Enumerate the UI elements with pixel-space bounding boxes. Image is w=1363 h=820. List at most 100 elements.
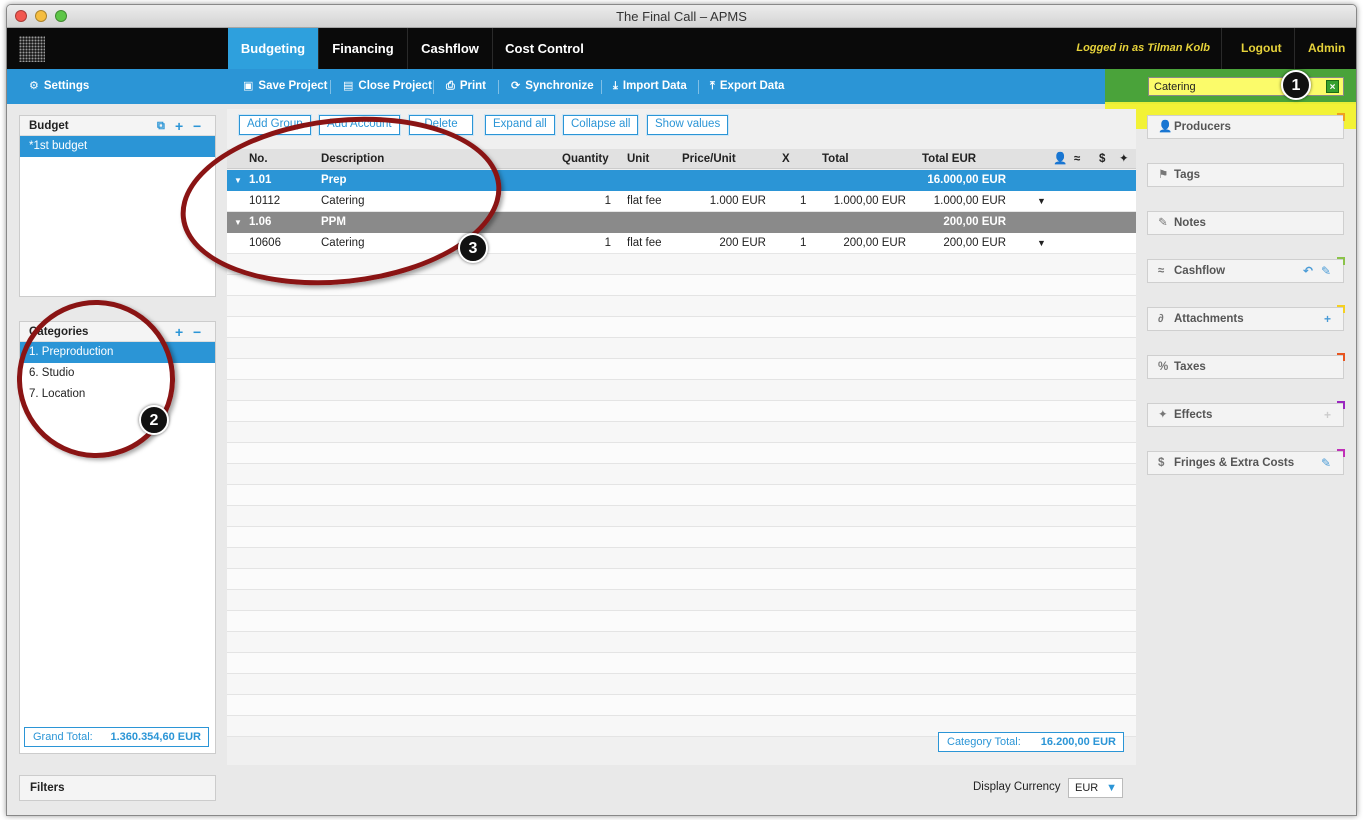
collapse-all-button[interactable]: Collapse all [563,115,639,135]
remove-category-icon[interactable]: − [193,322,201,342]
tab-financing[interactable]: Financing [319,28,408,69]
upload-icon: ⤒ [710,80,715,92]
chart-icon: ≈ [1158,265,1165,277]
copy-budget-icon[interactable]: ⧉ [157,116,165,136]
window-title: The Final Call – APMS [616,9,747,24]
sync-icon: ⟳ [511,80,521,92]
admin-link[interactable]: Admin [1308,28,1345,69]
empty-row [227,380,1136,401]
currency-select[interactable]: EUR ▼ [1068,778,1123,798]
logged-in-label: Logged in as Tilman Kolb [1076,42,1210,54]
empty-row [227,695,1136,716]
save-project-button[interactable]: ▣ Save Project [243,69,327,104]
empty-row [227,464,1136,485]
empty-row [227,653,1136,674]
empty-row [227,338,1136,359]
tags-button[interactable]: ⚑ Tags [1147,163,1344,187]
cashflow-button[interactable]: ≈ Cashflow ↶ ✎ [1147,257,1345,283]
grand-total: Grand Total: 1.360.354,60 EUR [24,727,209,747]
fringes-button[interactable]: $ Fringes & Extra Costs ✎ [1147,449,1345,475]
col-quantity[interactable]: Quantity [562,149,609,169]
grand-total-label: Grand Total: [33,731,93,743]
tab-cashflow[interactable]: Cashflow [408,28,493,69]
row-dropdown-icon[interactable]: ▼ [1037,233,1046,254]
col-cashflow-icon[interactable]: ≈ [1074,149,1080,169]
logout-link[interactable]: Logout [1241,28,1282,69]
percent-icon: % [1158,361,1169,373]
tab-budgeting[interactable]: Budgeting [228,28,319,69]
undo-icon[interactable]: ↶ [1303,260,1313,282]
empty-row [227,674,1136,695]
close-project-button[interactable]: ▤ Close Project [343,69,432,104]
row-dropdown-icon[interactable]: ▼ [1037,191,1046,212]
printer-icon: ⎙ [446,80,455,92]
edit-icon[interactable]: ✎ [1321,260,1331,282]
col-producer-icon[interactable]: 👤 [1053,149,1067,169]
effects-button[interactable]: ✦ Effects + [1147,401,1345,427]
display-currency-label: Display Currency [973,781,1061,793]
grand-total-value: 1.360.354,60 EUR [110,731,201,743]
flag-icon: ⚑ [1158,169,1169,181]
col-price-unit[interactable]: Price/Unit [682,149,736,169]
category-total: Category Total: 16.200,00 EUR [938,732,1124,752]
empty-row [227,506,1136,527]
remove-budget-icon[interactable]: − [193,116,201,136]
empty-row [227,443,1136,464]
col-effects-icon[interactable]: ✦ [1119,149,1129,169]
empty-row [227,317,1136,338]
effects-icon: ✦ [1158,409,1168,421]
empty-row [227,611,1136,632]
budget-panel-title: Budget [20,116,215,136]
gear-icon: ⚙ [29,80,39,92]
budget-item[interactable]: *1st budget [20,136,215,157]
empty-row [227,401,1136,422]
save-icon: ▣ [243,80,254,92]
empty-row [227,485,1136,506]
paperclip-icon: ∂ [1158,313,1164,325]
col-dollar-icon[interactable]: $ [1099,149,1105,169]
person-icon: 👤 [1158,121,1173,133]
producers-button[interactable]: 👤 Producers [1147,113,1345,139]
empty-row [227,548,1136,569]
edit-fringes-icon[interactable]: ✎ [1321,452,1331,474]
callout-3: 3 [458,233,488,263]
expand-all-button[interactable]: Expand all [485,115,555,135]
export-data-button[interactable]: ⤒ Export Data [710,69,784,104]
add-budget-icon[interactable]: + [175,116,183,136]
dollar-icon: $ [1158,457,1165,469]
empty-row [227,632,1136,653]
col-total[interactable]: Total [822,149,849,169]
tab-cost-control[interactable]: Cost Control [493,28,596,69]
empty-row [227,590,1136,611]
callout-1: 1 [1281,70,1311,100]
empty-row [227,569,1136,590]
settings-button[interactable]: ⚙ Settings [29,69,89,104]
col-x[interactable]: X [782,149,790,169]
download-icon: ⤓ [613,80,618,92]
add-category-icon[interactable]: + [175,322,183,342]
import-data-button[interactable]: ⤓ Import Data [613,69,687,104]
print-button[interactable]: ⎙ Print [446,69,486,104]
filters-panel[interactable]: Filters [19,775,216,801]
empty-row [227,527,1136,548]
empty-row [227,296,1136,317]
attachments-button[interactable]: ∂ Attachments + [1147,305,1345,331]
search-input[interactable] [1148,77,1344,96]
category-total-value: 16.200,00 EUR [1040,736,1116,748]
category-total-label: Category Total: [947,736,1021,748]
title-bar: The Final Call – APMS [7,5,1356,28]
callout-2: 2 [139,405,169,435]
chevron-down-icon: ▼ [1106,782,1117,794]
add-effect-icon[interactable]: + [1324,404,1331,426]
synchronize-button[interactable]: ⟳ Synchronize [511,69,594,104]
empty-row [227,359,1136,380]
notes-button[interactable]: ✎ Notes [1147,211,1344,235]
show-values-button[interactable]: Show values [647,115,729,135]
col-total-eur[interactable]: Total EUR [922,149,976,169]
col-unit[interactable]: Unit [627,149,649,169]
logo-icon [19,36,45,62]
clear-search-icon[interactable]: × [1326,80,1339,93]
taxes-button[interactable]: % Taxes [1147,353,1345,379]
empty-row [227,422,1136,443]
add-attachment-icon[interactable]: + [1324,308,1331,330]
